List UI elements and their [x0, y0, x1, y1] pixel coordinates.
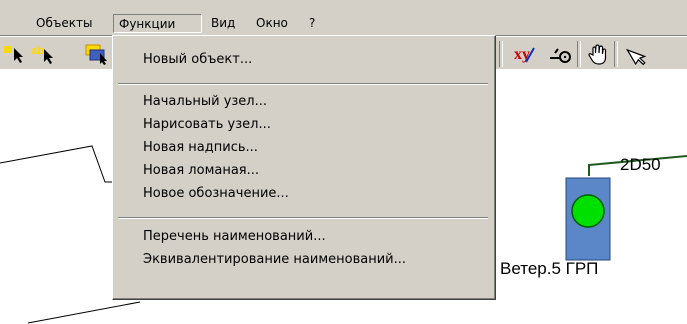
menu-window[interactable]: Окно [251, 14, 293, 32]
label-2d50: 2D50 [620, 155, 661, 174]
menu-item-new-object[interactable]: Новый объект... [143, 50, 252, 70]
window-top-edge [0, 0, 687, 9]
drawn-polyline-lower [27, 301, 141, 324]
menu-item-new-polyline[interactable]: Новая ломаная... [143, 161, 259, 181]
hand-pan-icon[interactable] [586, 42, 612, 66]
svg-text:ab: ab [31, 45, 44, 57]
pointer-icon[interactable] [625, 42, 651, 66]
toolbar-separator [577, 41, 581, 67]
xy-coordinates-icon[interactable]: xy [512, 42, 540, 66]
menu-separator [118, 83, 488, 85]
toolbar-separator [614, 41, 618, 67]
grp-node [571, 194, 605, 228]
toolbar-separator [499, 41, 503, 67]
object-select-icon[interactable] [84, 42, 112, 66]
menu-view[interactable]: Вид [206, 14, 240, 32]
menu-item-new-caption[interactable]: Новая надпись... [143, 138, 258, 158]
menu-objects[interactable]: Объекты [31, 14, 97, 32]
menu-item-names-equivalence[interactable]: Эквивалентирование наименований... [143, 250, 406, 270]
drawn-polyline-upper [0, 145, 112, 183]
menu-item-new-symbol[interactable]: Новое обозначение... [143, 184, 289, 204]
menu-help[interactable]: ? [304, 14, 320, 32]
select-arrow-icon[interactable] [2, 42, 28, 66]
menu-bar: Объекты Функции Вид Окно ? [0, 9, 687, 36]
node-point-icon[interactable] [548, 42, 574, 66]
menu-item-names-list[interactable]: Перечень наименований... [143, 227, 326, 247]
label-veter-grp: Ветер.5 ГРП [500, 259, 599, 278]
functions-dropdown-menu: Новый объект... Начальный узел... Нарисо… [112, 35, 496, 300]
menu-separator [118, 217, 488, 219]
menu-functions[interactable]: Функции [113, 14, 202, 33]
menu-item-start-node[interactable]: Начальный узел... [143, 92, 267, 112]
text-select-icon[interactable]: ab [30, 42, 60, 66]
menu-item-draw-node[interactable]: Нарисовать узел... [143, 115, 271, 135]
